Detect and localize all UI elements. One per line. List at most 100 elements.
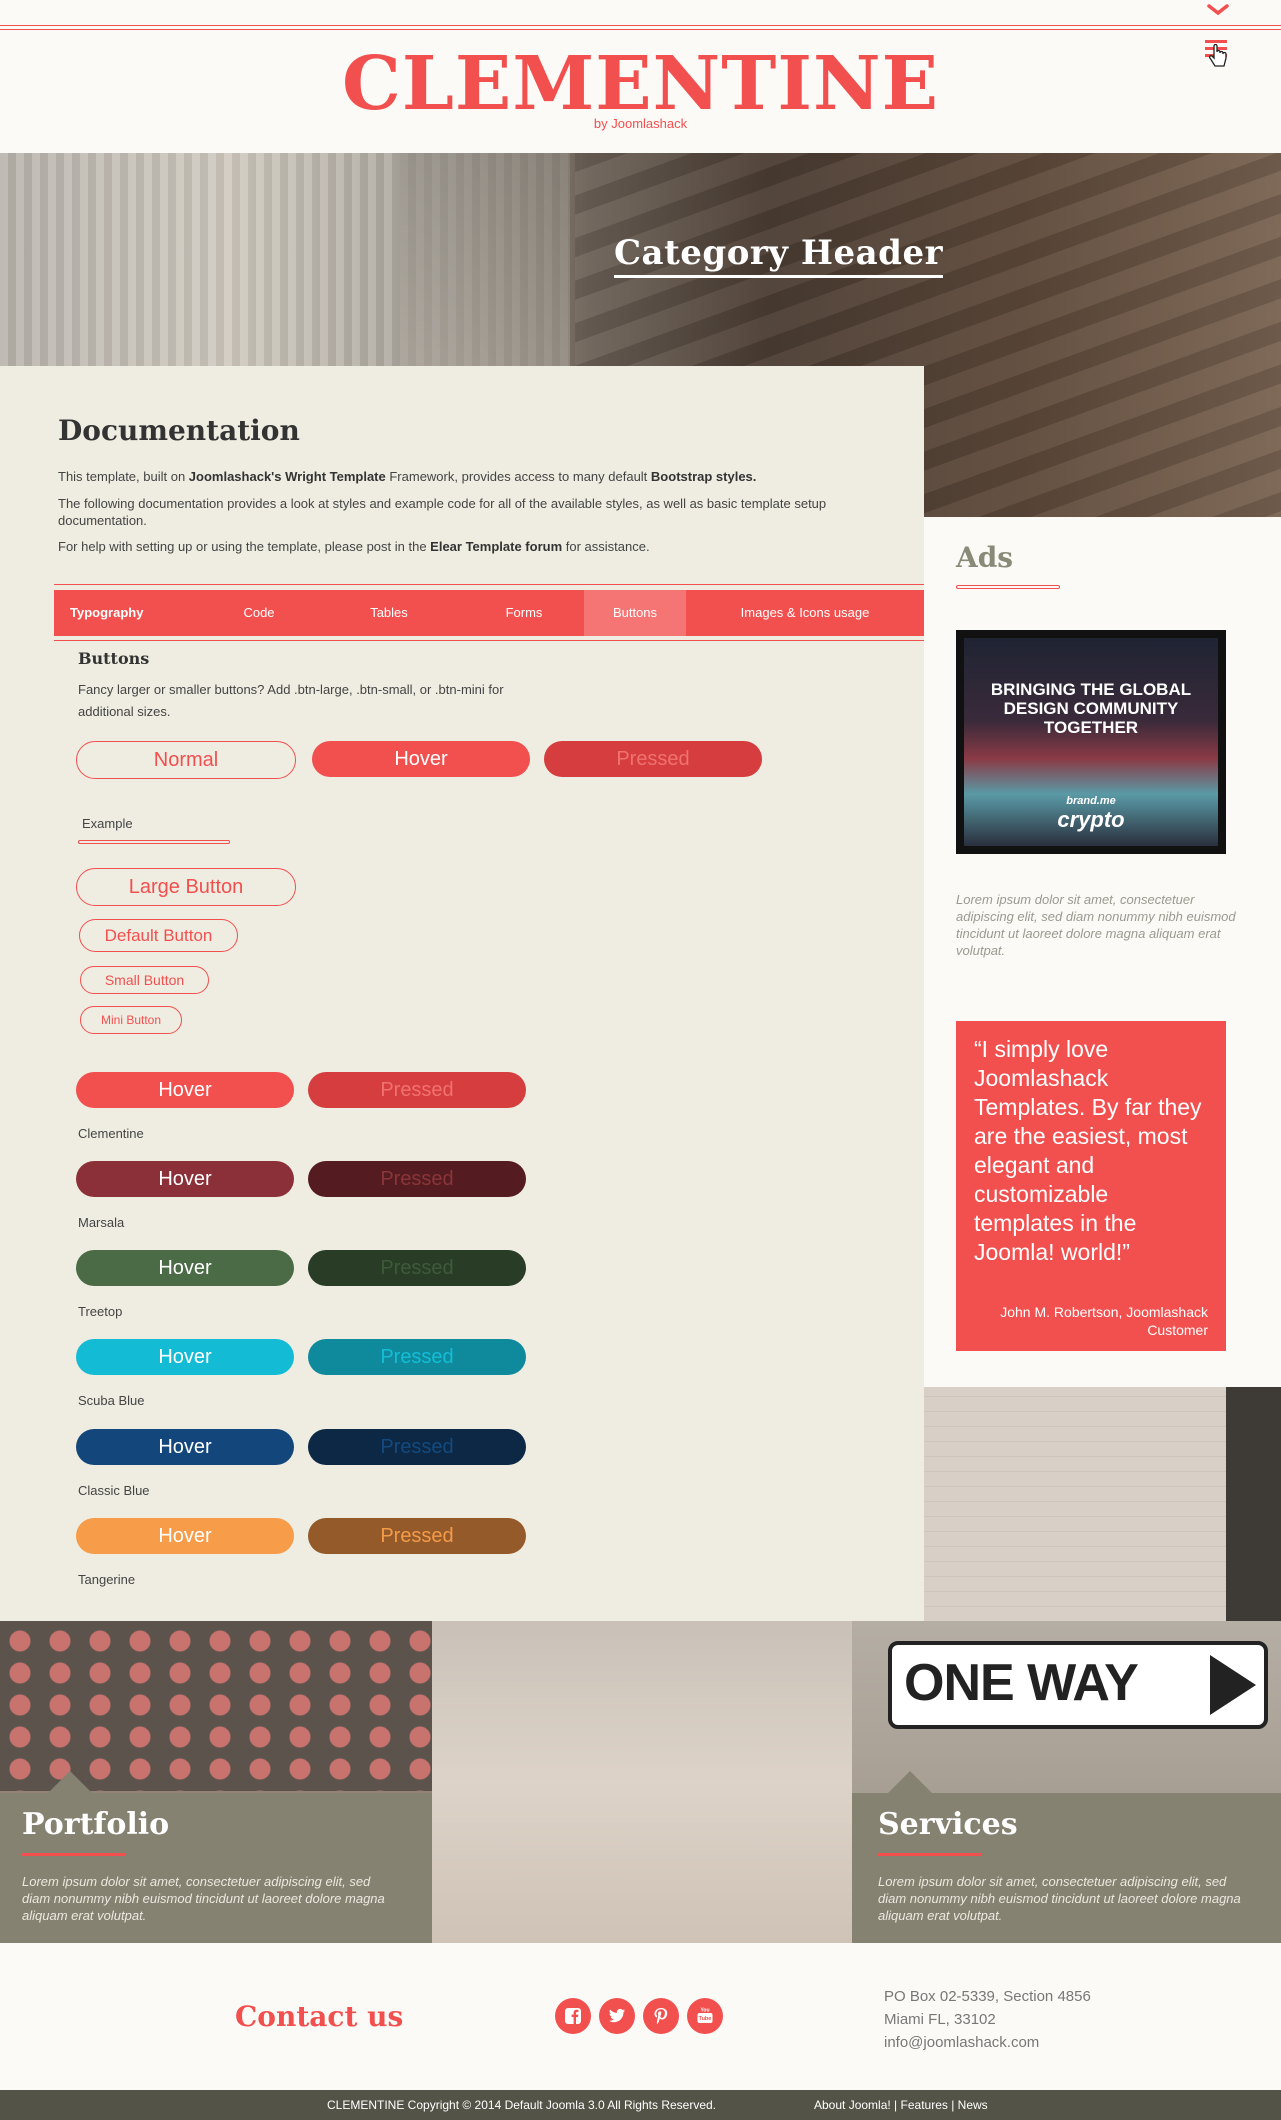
doc-tabs: Typography Code Tables Forms Buttons Ima… (54, 590, 924, 636)
top-bar-divider (0, 25, 1281, 26)
sidebar: Ads BRINGING THE GLOBAL DESIGN COMMUNITY… (924, 517, 1281, 1387)
tab-typography[interactable]: Typography (54, 590, 204, 636)
swatch-label: Tangerine (78, 1572, 136, 1587)
doc-paragraph-2: The following documentation provides a l… (58, 496, 827, 528)
pressed-state-button[interactable]: Pressed (544, 741, 762, 777)
tabs-divider-bottom (54, 640, 924, 641)
buttons-description: Fancy larger or smaller buttons? Add .bt… (78, 679, 578, 723)
footer-separator: | (947, 2098, 958, 2112)
services-tile[interactable]: ONE WAY Services Lorem ipsum dolor sit a… (852, 1621, 1281, 1943)
portfolio-underline (22, 1853, 126, 1856)
portfolio-tile[interactable]: Portfolio Lorem ipsum dolor sit amet, co… (0, 1621, 432, 1943)
svg-text:Tube: Tube (699, 2016, 712, 2022)
scuba-blue-pressed-button[interactable]: Pressed (308, 1339, 526, 1375)
doc-text: This template, built on (58, 469, 189, 484)
swatch-label: Classic Blue (78, 1483, 150, 1498)
large-button[interactable]: Large Button (76, 868, 296, 906)
doc-bold-text: Joomlashack's Wright Template (188, 469, 386, 484)
doc-bold-text: Bootstrap styles. (650, 469, 757, 484)
pinterest-icon[interactable] (643, 1998, 679, 2034)
facebook-icon[interactable] (555, 1998, 591, 2034)
arrow-right-icon (1210, 1655, 1256, 1715)
ads-title: Ads (956, 541, 1014, 574)
ad-headline: BRINGING THE GLOBAL DESIGN COMMUNITY TOG… (990, 680, 1192, 737)
quote-text: “I simply love Joomlashack Templates. By… (974, 1036, 1202, 1265)
window-image (1226, 1387, 1281, 1621)
swatch-label: Scuba Blue (78, 1393, 145, 1408)
brick-wall-image (924, 1387, 1281, 1621)
footer-link-news[interactable]: News (958, 2098, 988, 2112)
marsala-pressed-button[interactable]: Pressed (308, 1161, 526, 1197)
normal-state-button[interactable]: Normal (76, 741, 296, 779)
services-text: Lorem ipsum dolor sit amet, consectetuer… (878, 1874, 1241, 1923)
treetop-hover-button[interactable]: Hover (76, 1250, 294, 1286)
main-content: Documentation This template, built on Jo… (0, 366, 924, 1621)
site-logo[interactable]: CLEMENTINE (0, 44, 1281, 124)
swatch-label: Treetop (78, 1304, 123, 1319)
tab-code[interactable]: Code (204, 590, 314, 636)
classic-blue-pressed-button[interactable]: Pressed (308, 1429, 526, 1465)
doc-text: For help with setting up or using the te… (58, 539, 431, 554)
footer-link-about[interactable]: About Joomla! (814, 2098, 891, 2112)
tab-buttons[interactable]: Buttons (584, 590, 686, 636)
swatch-label: Clementine (78, 1126, 144, 1141)
classic-blue-hover-button[interactable]: Hover (76, 1429, 294, 1465)
footer-links: About Joomla! | Features | News (814, 2098, 988, 2112)
svg-text:You: You (700, 2008, 709, 2014)
youtube-icon[interactable]: You Tube (687, 1998, 723, 2034)
footer-link-features[interactable]: Features (901, 2098, 948, 2112)
ad-image: BRINGING THE GLOBAL DESIGN COMMUNITY TOG… (964, 638, 1218, 846)
small-button[interactable]: Small Button (80, 966, 209, 994)
twitter-icon[interactable] (599, 1998, 635, 2034)
clementine-hover-button[interactable]: Hover (76, 1072, 294, 1108)
footer-separator: | (890, 2098, 901, 2112)
doc-paragraph-3: For help with setting up or using the te… (58, 538, 878, 555)
scuba-blue-hover-button[interactable]: Hover (76, 1339, 294, 1375)
tab-images-icons[interactable]: Images & Icons usage (686, 590, 924, 636)
address-line-1: PO Box 02-5339, Section 4856 (884, 1988, 1091, 2005)
default-button[interactable]: Default Button (79, 919, 238, 952)
tangerine-pressed-button[interactable]: Pressed (308, 1518, 526, 1554)
quote-author: John M. Robertson, Joomlashack Customer (1000, 1304, 1208, 1338)
ad-brand-small: brand.me (1066, 795, 1116, 807)
footer: CLEMENTINE Copyright © 2014 Default Joom… (0, 2090, 1281, 2120)
buttons-desc-line: additional sizes. (78, 704, 171, 719)
sidebar-lorem: Lorem ipsum dolor sit amet, consectetuer… (956, 892, 1236, 958)
contact-title: Contact us (235, 2000, 404, 2033)
ad-brand-logo: brand.me crypto (964, 796, 1218, 833)
chevron-down-icon[interactable] (1206, 2, 1230, 18)
ad-brand-name: crypto (1057, 807, 1125, 832)
testimonial-quote: “I simply love Joomlashack Templates. By… (956, 1021, 1226, 1351)
footer-copyright: CLEMENTINE Copyright © 2014 Default Joom… (327, 2098, 717, 2112)
address-line-2: Miami FL, 33102 (884, 2011, 996, 2028)
doc-text: for assistance. (562, 539, 650, 554)
panel-notch (48, 1771, 92, 1793)
buttons-desc-line: Fancy larger or smaller buttons? Add .bt… (78, 682, 504, 697)
contact-email[interactable]: info@joomlashack.com (884, 2034, 1039, 2051)
tab-forms[interactable]: Forms (464, 590, 584, 636)
mini-button[interactable]: Mini Button (80, 1006, 182, 1034)
documentation-title: Documentation (58, 414, 300, 447)
portfolio-text: Lorem ipsum dolor sit amet, consectetuer… (22, 1874, 385, 1923)
doc-paragraph-1: This template, built on Joomlashack's Wr… (58, 468, 878, 485)
street-image-tile (432, 1621, 852, 1943)
portfolio-title[interactable]: Portfolio (22, 1807, 169, 1842)
services-panel: Services Lorem ipsum dolor sit amet, con… (852, 1771, 1281, 1943)
elear-forum-link[interactable]: Elear Template forum (430, 539, 562, 554)
ads-underline (956, 585, 1060, 589)
category-header-title: Category Header (614, 233, 943, 278)
ad-banner[interactable]: BRINGING THE GLOBAL DESIGN COMMUNITY TOG… (956, 630, 1226, 854)
treetop-pressed-button[interactable]: Pressed (308, 1250, 526, 1286)
typewriter-image (0, 1621, 432, 1791)
site-byline[interactable]: by Joomlashack (0, 116, 1281, 131)
hover-state-button[interactable]: Hover (312, 741, 530, 777)
example-underline (78, 840, 230, 844)
doc-text: Framework, provides access to many defau… (385, 469, 651, 484)
example-label: Example (82, 816, 133, 831)
clementine-pressed-button[interactable]: Pressed (308, 1072, 526, 1108)
services-title[interactable]: Services (878, 1807, 1018, 1842)
tab-tables[interactable]: Tables (314, 590, 464, 636)
one-way-sign-image: ONE WAY (888, 1641, 1268, 1729)
marsala-hover-button[interactable]: Hover (76, 1161, 294, 1197)
tangerine-hover-button[interactable]: Hover (76, 1518, 294, 1554)
